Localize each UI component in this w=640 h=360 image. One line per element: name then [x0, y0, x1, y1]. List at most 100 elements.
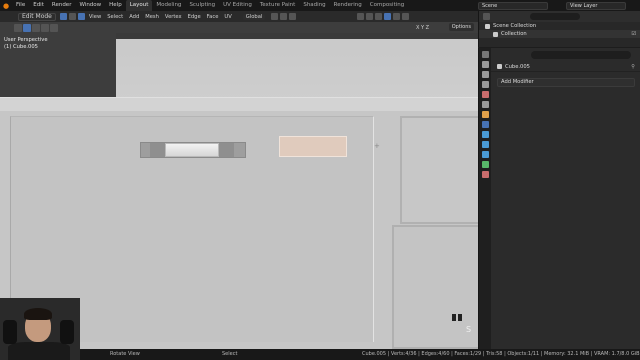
menu-add[interactable]: Add — [126, 14, 142, 20]
transform-orientation-dropdown[interactable]: Global — [242, 13, 266, 20]
menu-window[interactable]: Window — [75, 0, 105, 11]
collection-icon — [493, 31, 498, 37]
visibility-checkbox-icon[interactable]: ☑ — [631, 30, 636, 38]
world-tab-icon[interactable] — [482, 101, 489, 108]
outliner-editor-icon[interactable] — [483, 13, 490, 20]
status-bar: Rotate View Select Cube.005 | Verts:4/36… — [0, 349, 640, 360]
add-modifier-button[interactable]: Add Modifier — [497, 78, 635, 87]
tab-layout[interactable]: Layout — [125, 0, 153, 11]
status-select: Select — [222, 351, 238, 357]
select-subtract-icon[interactable] — [41, 23, 49, 32]
proportional-edit-icon[interactable] — [289, 13, 297, 20]
tab-modeling[interactable]: Modeling — [152, 0, 185, 11]
menu-edit[interactable]: Edit — [29, 0, 48, 11]
pin-icon[interactable]: ⚲ — [631, 62, 635, 72]
material-shading-icon[interactable] — [393, 13, 401, 20]
active-object-label: (1) Cube.005 — [4, 44, 38, 50]
properties-search-input[interactable] — [531, 51, 631, 59]
physics-tab-icon[interactable] — [482, 141, 489, 148]
outliner-header — [479, 11, 640, 22]
wrench-icon — [497, 64, 502, 69]
material-tab-icon[interactable] — [482, 171, 489, 178]
edge-select-icon[interactable] — [68, 13, 76, 20]
view-layer-field[interactable]: View Layer — [566, 1, 626, 10]
output-tab-icon[interactable] — [482, 71, 489, 78]
handle-end-right — [219, 143, 234, 157]
blender-logo-icon[interactable]: ● — [0, 0, 12, 11]
rendered-shading-icon[interactable] — [402, 13, 410, 20]
scene-field[interactable]: Scene — [478, 1, 548, 10]
select-box-icon[interactable] — [14, 23, 22, 32]
menu-mesh[interactable]: Mesh — [142, 14, 162, 20]
viewport-tool-row: X Y Z Options — [0, 22, 478, 33]
menu-view[interactable]: View — [86, 14, 104, 20]
outliner-item-collection[interactable]: Collection ☑ — [479, 30, 640, 38]
menu-render[interactable]: Render — [48, 0, 76, 11]
menu-face[interactable]: Face — [204, 14, 222, 20]
options-button[interactable]: Options — [448, 23, 474, 31]
headset-right — [60, 320, 74, 344]
properties-content: Cube.005 ⚲ Add Modifier — [491, 48, 640, 349]
side-panel-upper — [400, 116, 478, 224]
modifier-tab-icon[interactable] — [482, 121, 489, 128]
status-scene-stats: Cube.005 | Verts:4/36 | Edges:4/60 | Fac… — [362, 351, 640, 357]
outliner-panel: Scene Collection Collection ☑ — [478, 11, 640, 47]
object-name-label: Cube.005 — [505, 63, 530, 70]
snap-icon[interactable] — [280, 13, 288, 20]
outliner-search-input[interactable] — [530, 13, 580, 20]
status-rotate-view: Rotate View — [110, 351, 140, 357]
properties-tabs — [479, 48, 491, 349]
object-tab-icon[interactable] — [482, 111, 489, 118]
handle-end-left — [150, 143, 165, 157]
render-tab-icon[interactable] — [482, 61, 489, 68]
tab-uv-editing[interactable]: UV Editing — [219, 0, 256, 11]
menu-edge[interactable]: Edge — [185, 14, 204, 20]
scene-tab-icon[interactable] — [482, 91, 489, 98]
menu-vertex[interactable]: Vertex — [162, 14, 185, 20]
constraints-tab-icon[interactable] — [482, 151, 489, 158]
solid-shading-icon[interactable] — [384, 13, 392, 20]
tab-sculpting[interactable]: Sculpting — [185, 0, 219, 11]
pivot-icon[interactable] — [271, 13, 279, 20]
menu-file[interactable]: File — [12, 0, 29, 11]
scene-collection-label: Scene Collection — [493, 23, 537, 29]
properties-panel: Cube.005 ⚲ Add Modifier — [478, 48, 640, 349]
webcam-overlay — [0, 298, 80, 360]
visibility-icon[interactable] — [357, 13, 365, 20]
tab-rendering[interactable]: Rendering — [330, 0, 366, 11]
scene-collection-icon — [485, 23, 490, 29]
select-mode-icon[interactable] — [23, 23, 31, 32]
data-tab-icon[interactable] — [482, 161, 489, 168]
face-select-icon[interactable] — [77, 13, 85, 20]
tab-compositing[interactable]: Compositing — [366, 0, 408, 11]
collection-label: Collection — [501, 31, 527, 37]
gizmo-icon[interactable] — [366, 13, 374, 20]
menu-help[interactable]: Help — [105, 0, 126, 11]
presenter-shoulders — [8, 342, 70, 360]
viewport-header: Edit Mode View Select Add Mesh Vertex Ed… — [0, 11, 478, 22]
add-modifier-label: Add Modifier — [501, 79, 534, 85]
tab-texture-paint[interactable]: Texture Paint — [256, 0, 300, 11]
particles-tab-icon[interactable] — [482, 131, 489, 138]
menu-select[interactable]: Select — [104, 14, 126, 20]
axis-toggles[interactable]: X Y Z — [416, 25, 429, 31]
select-extend-icon[interactable] — [32, 23, 40, 32]
menu-uv[interactable]: UV — [221, 14, 234, 20]
select-invert-icon[interactable] — [50, 23, 58, 32]
headset-left — [3, 320, 17, 344]
vertex-select-icon[interactable] — [59, 13, 67, 20]
tool-tab-icon[interactable] — [482, 51, 489, 58]
presenter-hair — [24, 308, 52, 320]
mode-dropdown[interactable]: Edit Mode — [18, 12, 56, 21]
key-overlay: S — [466, 325, 472, 334]
tab-shading[interactable]: Shading — [299, 0, 329, 11]
scene-selector-area: Scene View Layer — [478, 0, 626, 11]
selected-face[interactable] — [279, 136, 347, 157]
overlay-icon[interactable] — [375, 13, 383, 20]
object-name-row: Cube.005 ⚲ — [491, 62, 640, 72]
key-indicator-icon — [452, 314, 464, 321]
outliner-item-scene-collection[interactable]: Scene Collection — [479, 22, 640, 30]
viewport-info: User Perspective (1) Cube.005 — [4, 37, 48, 51]
view-layer-tab-icon[interactable] — [482, 81, 489, 88]
3d-cursor-icon: + — [374, 142, 380, 150]
